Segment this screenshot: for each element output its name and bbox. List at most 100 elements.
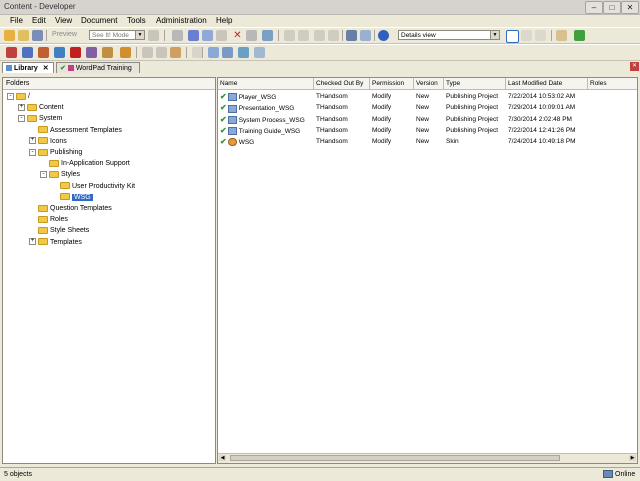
split-view-icon[interactable] <box>535 30 546 41</box>
indent-icon[interactable] <box>314 30 325 41</box>
tree-item[interactable]: User Productivity Kit <box>51 182 135 192</box>
redo-icon[interactable] <box>298 30 309 41</box>
toggle-icon[interactable] <box>148 30 159 41</box>
menu-view[interactable]: View <box>55 16 72 25</box>
history-icon[interactable] <box>238 47 249 58</box>
binoculars-icon[interactable] <box>346 30 357 41</box>
tree-item[interactable]: In-Application Support <box>40 159 130 169</box>
tree-item[interactable]: Question Templates <box>29 204 112 214</box>
menu-help[interactable]: Help <box>216 16 232 25</box>
expand-icon[interactable]: + <box>29 238 36 246</box>
tree-item[interactable]: + Templates <box>29 238 82 248</box>
tree-item[interactable]: - System <box>18 114 62 124</box>
edit-icon[interactable] <box>142 47 153 58</box>
column-permission[interactable]: Permission <box>370 78 414 89</box>
menu-document[interactable]: Document <box>81 16 117 25</box>
cell-type: Publishing Project <box>446 126 499 134</box>
menu-edit[interactable]: Edit <box>32 16 46 25</box>
check-in-icon[interactable] <box>208 47 219 58</box>
table-row[interactable]: ✔ System Process_WSG THandsom Modify New Publ… <box>218 114 637 125</box>
view-select[interactable]: Details view ▼ <box>398 30 500 40</box>
cell-roles <box>588 125 637 136</box>
delete-icon[interactable]: ✕ <box>232 30 243 41</box>
close-all-tabs-button[interactable]: ✕ <box>630 62 639 71</box>
column-type[interactable]: Type <box>444 78 506 89</box>
list-view-icon[interactable] <box>521 30 532 41</box>
table-row[interactable]: ✔ Presentation_WSG THandsom Modify New Publis… <box>218 102 637 113</box>
column-last-modified[interactable]: Last Modified Date <box>506 78 588 89</box>
expand-icon[interactable]: + <box>29 137 36 145</box>
tab-wordpad-training[interactable]: ✔ WordPad Training <box>56 62 140 73</box>
help-icon[interactable] <box>378 30 389 41</box>
outdent-icon[interactable] <box>328 30 339 41</box>
undo-checkout-icon[interactable] <box>254 47 265 58</box>
close-icon[interactable]: ✕ <box>43 65 49 72</box>
menu-tools[interactable]: Tools <box>127 16 146 25</box>
web-page-icon[interactable] <box>86 47 97 58</box>
table-row[interactable]: ✔ Player_WSG THandsom Modify New Publishing P… <box>218 91 637 102</box>
collapse-icon[interactable]: - <box>40 171 47 179</box>
refresh-icon[interactable] <box>574 30 585 41</box>
book-icon[interactable] <box>22 47 33 58</box>
cell-type: Publishing Project <box>446 104 499 112</box>
minimize-button[interactable]: – <box>585 1 603 14</box>
scroll-thumb[interactable] <box>230 455 560 461</box>
collapse-icon[interactable]: - <box>29 148 36 156</box>
copy-icon[interactable] <box>202 30 213 41</box>
cell-version: New <box>416 126 430 134</box>
tree-item[interactable]: - / <box>7 92 30 102</box>
preview-button[interactable]: Preview <box>52 31 77 38</box>
tree-item[interactable]: + Content <box>18 103 64 113</box>
attach-icon[interactable] <box>170 47 181 58</box>
publishing-project-icon <box>227 104 237 113</box>
column-version[interactable]: Version <box>414 78 444 89</box>
publish-icon[interactable] <box>6 47 17 58</box>
close-button[interactable]: ✕ <box>621 1 639 14</box>
assign-icon[interactable] <box>156 47 167 58</box>
table-row[interactable]: ✔ Training Guide_WSG THandsom Modify New Publ… <box>218 125 637 136</box>
maximize-button[interactable]: □ <box>603 1 621 14</box>
expand-icon[interactable]: + <box>18 103 25 111</box>
scroll-left-icon[interactable]: ◀ <box>219 455 226 461</box>
tree-item[interactable]: - Publishing <box>29 148 82 158</box>
collapse-icon[interactable]: - <box>18 115 25 123</box>
module-icon[interactable] <box>38 47 49 58</box>
tree-item[interactable]: Assessment Templates <box>29 126 122 136</box>
menu-administration[interactable]: Administration <box>156 16 207 25</box>
package-icon[interactable] <box>102 47 113 58</box>
collapse-icon[interactable]: - <box>7 92 14 100</box>
tree-item[interactable]: Roles <box>29 215 68 225</box>
scroll-right-icon[interactable]: ▶ <box>629 455 636 461</box>
new-icon[interactable] <box>4 30 15 41</box>
open-icon[interactable] <box>18 30 29 41</box>
menu-file[interactable]: File <box>10 16 23 25</box>
options-icon[interactable] <box>556 30 567 41</box>
cell-type: Publishing Project <box>446 93 499 100</box>
horizontal-scrollbar[interactable]: ◀ ▶ <box>218 453 637 463</box>
tree-item[interactable]: - Styles <box>40 170 80 180</box>
cell-version: New <box>416 93 430 100</box>
check-out-icon[interactable] <box>222 47 233 58</box>
table-row[interactable]: ✔ WSG THandsom Modify New Skin 7/24/2014 10:49… <box>218 136 637 147</box>
scissors-icon[interactable] <box>188 30 199 41</box>
find-icon[interactable] <box>262 30 273 41</box>
tree-item[interactable]: WSG <box>51 193 93 203</box>
column-roles[interactable]: Roles <box>588 78 637 89</box>
paste-icon[interactable] <box>216 30 227 41</box>
column-checked-out-by[interactable]: Checked Out By <box>314 78 370 89</box>
topic-icon[interactable] <box>70 47 81 58</box>
section-icon[interactable] <box>54 47 65 58</box>
tree-item[interactable]: Style Sheets <box>29 226 89 236</box>
undo-icon[interactable] <box>284 30 295 41</box>
tree-item[interactable]: + Icons <box>29 137 67 147</box>
save-icon[interactable] <box>32 30 43 41</box>
details-view-icon[interactable] <box>506 30 519 43</box>
column-name[interactable]: Name <box>218 78 314 89</box>
cut-icon[interactable] <box>172 30 183 41</box>
tab-library[interactable]: Library ✕ <box>2 62 54 73</box>
properties-icon[interactable] <box>246 30 257 41</box>
book-icon <box>67 65 74 72</box>
glossary-icon[interactable] <box>120 47 131 58</box>
mode-select[interactable]: See It! Mode ▼ <box>89 30 145 40</box>
replace-icon[interactable] <box>360 30 371 41</box>
